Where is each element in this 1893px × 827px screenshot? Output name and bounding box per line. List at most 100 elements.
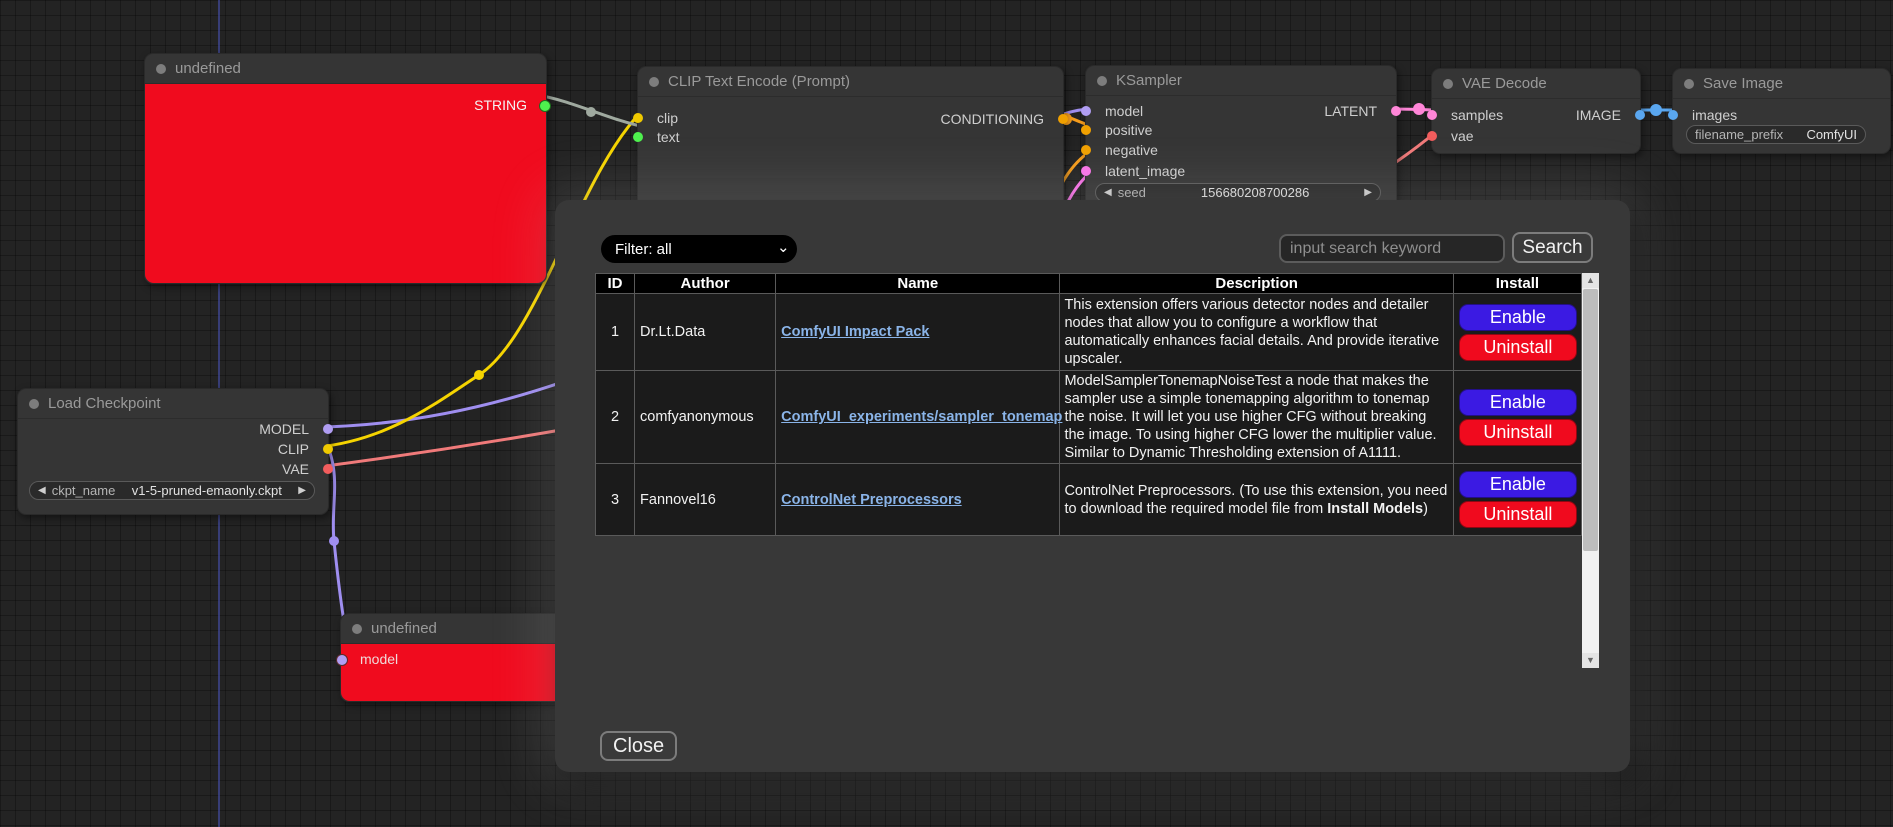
input-slot-vae[interactable]: vae bbox=[1432, 128, 1640, 144]
widget-label: filename_prefix bbox=[1695, 127, 1783, 142]
input-slot-images[interactable]: images bbox=[1673, 107, 1890, 123]
extension-table: ID Author Name Description Install 1 Dr.… bbox=[595, 273, 1582, 536]
node-title: undefined bbox=[371, 620, 437, 637]
seed-value[interactable]: 156680208700286 bbox=[1201, 185, 1309, 200]
widget-label: ckpt_name bbox=[52, 483, 116, 498]
node-collapse-dot[interactable] bbox=[29, 399, 39, 409]
output-slot-clip[interactable]: CLIP bbox=[18, 441, 328, 457]
wire-dot bbox=[329, 536, 339, 546]
cell-author: Dr.Lt.Data bbox=[635, 294, 776, 371]
wire-dot bbox=[1650, 104, 1662, 116]
input-dot[interactable] bbox=[1081, 125, 1091, 135]
search-input[interactable] bbox=[1279, 234, 1505, 263]
node-title-bar[interactable]: CLIP Text Encode (Prompt) bbox=[638, 67, 1063, 96]
output-slot-image[interactable]: IMAGE bbox=[1432, 107, 1640, 123]
enable-button[interactable]: Enable bbox=[1459, 389, 1577, 416]
uninstall-button[interactable]: Uninstall bbox=[1459, 501, 1577, 528]
table-row: 1 Dr.Lt.Data ComfyUI Impact Pack This ex… bbox=[596, 294, 1582, 371]
node-collapse-dot[interactable] bbox=[1443, 79, 1453, 89]
node-canvas[interactable]: undefined STRING CLIP Text Encode (Promp… bbox=[0, 0, 1893, 827]
output-dot[interactable] bbox=[323, 444, 333, 454]
input-slot-text[interactable]: text bbox=[638, 129, 1063, 145]
table-scrollbar[interactable]: ▲ ▼ bbox=[1582, 273, 1599, 668]
node-collapse-dot[interactable] bbox=[156, 64, 166, 74]
node-undefined-top[interactable]: undefined STRING bbox=[144, 53, 547, 284]
extension-link[interactable]: ComfyUI Impact Pack bbox=[781, 324, 929, 340]
output-dot[interactable] bbox=[323, 464, 333, 474]
node-load-checkpoint[interactable]: Load Checkpoint MODEL CLIP VAE ◀ ckpt_na… bbox=[17, 388, 329, 515]
input-dot[interactable] bbox=[1668, 110, 1678, 120]
uninstall-button[interactable]: Uninstall bbox=[1459, 419, 1577, 446]
extension-link[interactable]: ControlNet Preprocessors bbox=[781, 492, 962, 508]
node-body: samples vae IMAGE bbox=[1432, 98, 1640, 153]
header-description: Description bbox=[1060, 274, 1453, 294]
node-title: Load Checkpoint bbox=[48, 395, 161, 412]
output-dot[interactable] bbox=[1391, 106, 1401, 116]
scroll-down-icon[interactable]: ▼ bbox=[1582, 653, 1599, 668]
extension-manager-dialog: Filter: all ⌄ Search ID Author Name Desc… bbox=[555, 200, 1630, 772]
increment-arrow-icon[interactable]: ▶ bbox=[298, 482, 306, 499]
filename-prefix-widget[interactable]: filename_prefix ComfyUI bbox=[1686, 125, 1866, 144]
input-slot-latent-image[interactable]: latent_image bbox=[1086, 163, 1396, 179]
input-slot-positive[interactable]: positive bbox=[1086, 122, 1396, 138]
node-title-bar[interactable]: Load Checkpoint bbox=[18, 389, 328, 418]
node-ksampler[interactable]: KSampler model positive negative latent_… bbox=[1085, 65, 1397, 212]
increment-arrow-icon[interactable]: ▶ bbox=[1364, 184, 1372, 201]
ckpt-name-value[interactable]: v1-5-pruned-emaonly.ckpt bbox=[132, 483, 282, 498]
filename-prefix-value[interactable]: ComfyUI bbox=[1806, 127, 1857, 142]
node-save-image[interactable]: Save Image images filename_prefix ComfyU… bbox=[1672, 68, 1891, 154]
node-title-bar[interactable]: Save Image bbox=[1673, 69, 1890, 98]
node-collapse-dot[interactable] bbox=[352, 624, 362, 634]
output-dot[interactable] bbox=[539, 100, 551, 112]
uninstall-button[interactable]: Uninstall bbox=[1459, 334, 1577, 361]
header-name: Name bbox=[776, 274, 1060, 294]
scroll-up-icon[interactable]: ▲ bbox=[1582, 273, 1599, 288]
search-button[interactable]: Search bbox=[1512, 232, 1593, 263]
node-collapse-dot[interactable] bbox=[649, 77, 659, 87]
decrement-arrow-icon[interactable]: ◀ bbox=[1104, 184, 1112, 201]
node-vae-decode[interactable]: VAE Decode samples vae IMAGE bbox=[1431, 68, 1641, 154]
input-dot[interactable] bbox=[1081, 145, 1091, 155]
enable-button[interactable]: Enable bbox=[1459, 304, 1577, 331]
output-slot-conditioning[interactable]: CONDITIONING bbox=[638, 111, 1063, 127]
output-dot[interactable] bbox=[1058, 114, 1068, 124]
widget-label: seed bbox=[1118, 185, 1146, 200]
output-slot-string[interactable]: STRING bbox=[145, 97, 546, 113]
input-dot[interactable] bbox=[1081, 166, 1091, 176]
ckpt-name-widget[interactable]: ◀ ckpt_name v1-5-pruned-emaonly.ckpt ▶ bbox=[29, 481, 315, 500]
node-title: VAE Decode bbox=[1462, 75, 1547, 92]
cell-description: ControlNet Preprocessors. (To use this e… bbox=[1060, 464, 1453, 536]
node-collapse-dot[interactable] bbox=[1684, 79, 1694, 89]
cell-author: comfyanonymous bbox=[635, 371, 776, 464]
output-dot[interactable] bbox=[1635, 110, 1645, 120]
decrement-arrow-icon[interactable]: ◀ bbox=[38, 482, 46, 499]
node-body: model positive negative latent_image LAT… bbox=[1086, 95, 1396, 211]
table-row: 3 Fannovel16 ControlNet Preprocessors Co… bbox=[596, 464, 1582, 536]
input-slot-negative[interactable]: negative bbox=[1086, 142, 1396, 158]
enable-button[interactable]: Enable bbox=[1459, 471, 1577, 498]
node-collapse-dot[interactable] bbox=[1097, 76, 1107, 86]
output-slot-latent[interactable]: LATENT bbox=[1086, 103, 1396, 119]
output-slot-vae[interactable]: VAE bbox=[18, 461, 328, 477]
close-button[interactable]: Close bbox=[600, 731, 677, 761]
extension-link[interactable]: ComfyUI_experiments/sampler_tonemap bbox=[781, 409, 1062, 425]
node-title-bar[interactable]: KSampler bbox=[1086, 66, 1396, 95]
node-title-bar[interactable]: VAE Decode bbox=[1432, 69, 1640, 98]
node-body: images filename_prefix ComfyUI bbox=[1673, 98, 1890, 153]
node-body: MODEL CLIP VAE ◀ ckpt_name v1-5-pruned-e… bbox=[18, 418, 328, 514]
input-dot[interactable] bbox=[336, 654, 348, 666]
node-body: clip text CONDITIONING bbox=[638, 96, 1063, 207]
node-clip-text-encode[interactable]: CLIP Text Encode (Prompt) clip text COND… bbox=[637, 66, 1064, 208]
cell-description: This extension offers various detector n… bbox=[1060, 294, 1453, 371]
cell-id: 3 bbox=[596, 464, 635, 536]
cell-id: 2 bbox=[596, 371, 635, 464]
cell-description: ModelSamplerTonemapNoiseTest a node that… bbox=[1060, 371, 1453, 464]
input-dot[interactable] bbox=[633, 132, 643, 142]
input-dot[interactable] bbox=[1427, 131, 1437, 141]
filter-select[interactable]: Filter: all bbox=[601, 235, 797, 263]
node-title-bar[interactable]: undefined bbox=[145, 54, 546, 83]
scrollbar-thumb[interactable] bbox=[1583, 289, 1598, 551]
output-dot[interactable] bbox=[323, 424, 333, 434]
wire-dot bbox=[1413, 103, 1425, 115]
output-slot-model[interactable]: MODEL bbox=[18, 421, 328, 437]
